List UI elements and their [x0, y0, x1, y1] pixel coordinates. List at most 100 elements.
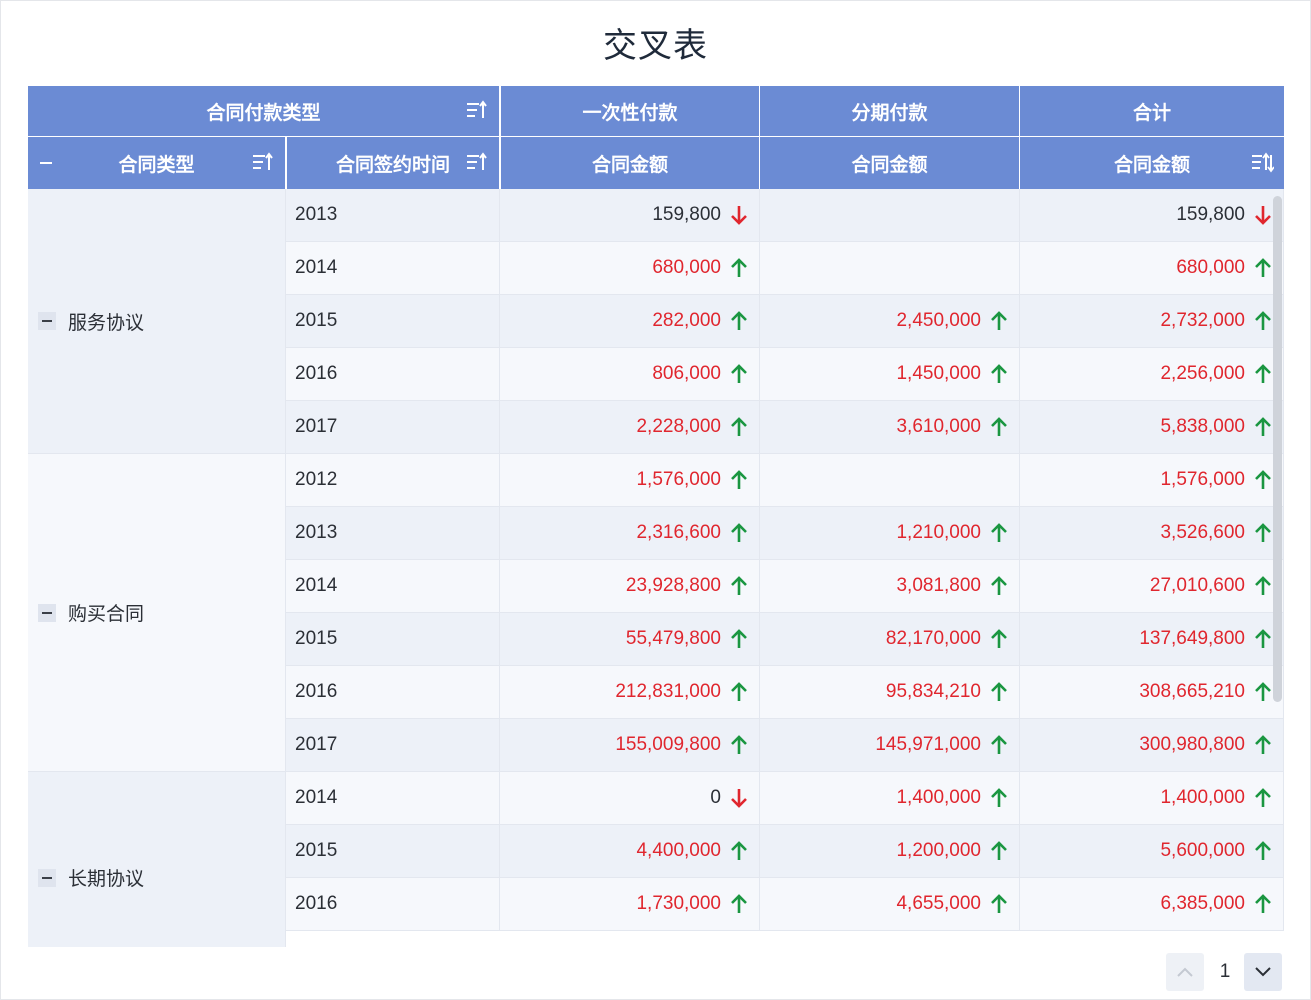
pager-next-button[interactable]	[1244, 953, 1282, 991]
cell-value: 95,834,210	[885, 681, 981, 702]
collapse-minus-icon[interactable]	[38, 155, 54, 171]
cell-total: 1,400,000	[1020, 772, 1284, 825]
cell-value: 6,385,000	[1160, 893, 1245, 914]
cell-year: 2017	[286, 401, 500, 454]
cell-value: 2,228,000	[636, 416, 721, 437]
arrow-up-icon	[1255, 417, 1271, 436]
arrow-up-icon	[731, 470, 747, 489]
cell-value: 5,838,000	[1160, 416, 1245, 437]
cell-onetime: 0	[500, 772, 760, 825]
cell-value: 3,610,000	[896, 416, 981, 437]
group-label: 购买合同	[68, 604, 145, 625]
cell-year: 2016	[286, 878, 500, 931]
cell-install: 4,655,000	[760, 878, 1020, 931]
cell-year: 2013	[286, 189, 500, 242]
sort-toggle-icon[interactable]	[1250, 152, 1274, 174]
arrow-up-icon	[731, 682, 747, 701]
cell-onetime: 282,000	[500, 295, 760, 348]
cell-year: 2014	[286, 242, 500, 295]
sort-ascending-icon[interactable]	[465, 100, 489, 122]
cell-value: 1,730,000	[636, 893, 721, 914]
table-row: 2015 4,400,000 1,200,000 5,600,000	[286, 825, 1284, 878]
vertical-scrollbar[interactable]	[1273, 196, 1282, 702]
arrow-down-icon	[1255, 206, 1271, 225]
cell-value: 3,081,800	[896, 575, 981, 596]
cell-onetime: 1,730,000	[500, 878, 760, 931]
arrow-up-icon	[991, 417, 1007, 436]
header-amount-install: 合同金额	[760, 137, 1020, 189]
cell-install: 145,971,000	[760, 719, 1020, 772]
cell-value: 2,316,600	[636, 522, 721, 543]
table-row: 2015 55,479,800 82,170,000 137,649,800	[286, 613, 1284, 666]
collapse-minus-icon[interactable]	[38, 312, 56, 330]
cell-onetime: 212,831,000	[500, 666, 760, 719]
cell-install: 1,400,000	[760, 772, 1020, 825]
arrow-up-icon	[991, 523, 1007, 542]
arrow-up-icon	[731, 629, 747, 648]
sort-ascending-icon[interactable]	[465, 152, 489, 174]
arrow-up-icon	[731, 735, 747, 754]
cell-value: 1,450,000	[896, 363, 981, 384]
cell-total: 300,980,800	[1020, 719, 1284, 772]
header-amount-label: 合同金额	[1113, 154, 1190, 176]
cell-onetime: 1,576,000	[500, 454, 760, 507]
cell-year: 2014	[286, 772, 500, 825]
pager-page-number: 1	[1219, 961, 1231, 982]
arrow-up-icon	[991, 682, 1007, 701]
cell-install: 1,210,000	[760, 507, 1020, 560]
cell-value: 300,980,800	[1139, 734, 1245, 755]
cell-year: 2016	[286, 666, 500, 719]
pager-prev-button[interactable]	[1166, 953, 1204, 991]
arrow-up-icon	[731, 894, 747, 913]
cell-value: 2,256,000	[1160, 363, 1245, 384]
header-amount-total[interactable]: 合同金额	[1020, 137, 1284, 189]
arrow-up-icon	[991, 364, 1007, 383]
sort-ascending-icon[interactable]	[251, 152, 275, 174]
arrow-up-icon	[731, 841, 747, 860]
header-contract-type[interactable]: 合同类型	[28, 137, 286, 189]
table-row: 2016 1,730,000 4,655,000 6,385,000	[286, 878, 1284, 931]
arrow-up-icon	[1255, 311, 1271, 330]
cell-onetime: 2,228,000	[500, 401, 760, 454]
arrow-up-icon	[1255, 364, 1271, 383]
cell-year: 2017	[286, 719, 500, 772]
header-sign-time[interactable]: 合同签约时间	[286, 137, 500, 189]
header-col-onetime-label: 一次性付款	[582, 102, 678, 124]
cell-year: 2015	[286, 825, 500, 878]
cell-total: 159,800	[1020, 189, 1284, 242]
cell-install: 82,170,000	[760, 613, 1020, 666]
cell-onetime: 806,000	[500, 348, 760, 401]
cell-value: 5,600,000	[1160, 840, 1245, 861]
arrow-up-icon	[991, 311, 1007, 330]
arrow-up-icon	[1255, 470, 1271, 489]
arrow-up-icon	[731, 364, 747, 383]
header-col-onetime: 一次性付款	[500, 86, 760, 137]
cell-install: 3,610,000	[760, 401, 1020, 454]
cell-value: 3,526,600	[1160, 522, 1245, 543]
cell-total: 2,732,000	[1020, 295, 1284, 348]
cell-total: 5,600,000	[1020, 825, 1284, 878]
cell-value: 4,400,000	[636, 840, 721, 861]
table-row: 2017 2,228,000 3,610,000 5,838,000	[286, 401, 1284, 454]
cell-onetime: 155,009,800	[500, 719, 760, 772]
cell-install: 3,081,800	[760, 560, 1020, 613]
pivot-table: 合同付款类型 一次性付款 分期付款 合计 合同类型 合同签约时间 合同金额 合同…	[28, 86, 1284, 947]
cell-value: 159,800	[652, 204, 721, 225]
group-cell: 服务协议	[28, 189, 286, 454]
cell-value: 159,800	[1176, 204, 1245, 225]
cell-total: 680,000	[1020, 242, 1284, 295]
cell-onetime: 23,928,800	[500, 560, 760, 613]
arrow-up-icon	[1255, 735, 1271, 754]
cell-value: 282,000	[652, 310, 721, 331]
cell-year: 2012	[286, 454, 500, 507]
header-pay-type[interactable]: 合同付款类型	[28, 86, 500, 137]
collapse-minus-icon[interactable]	[38, 603, 56, 622]
cell-value: 2,450,000	[896, 310, 981, 331]
collapse-minus-icon[interactable]	[38, 868, 56, 887]
cell-install: 1,450,000	[760, 348, 1020, 401]
cell-onetime: 4,400,000	[500, 825, 760, 878]
cell-value: 680,000	[1176, 257, 1245, 278]
cell-install: 1,200,000	[760, 825, 1020, 878]
cell-total: 27,010,600	[1020, 560, 1284, 613]
table-row: 2014 23,928,800 3,081,800 27,010,600	[286, 560, 1284, 613]
